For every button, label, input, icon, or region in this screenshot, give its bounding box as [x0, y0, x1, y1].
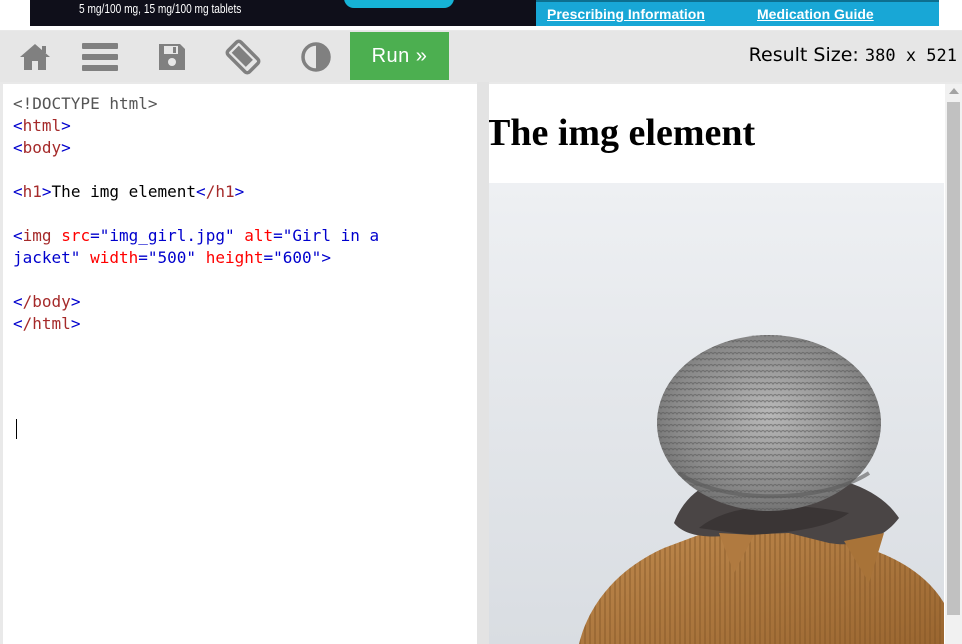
menu-icon	[82, 43, 118, 71]
panel-resize-handle[interactable]	[477, 82, 489, 644]
code-tag: html	[22, 116, 62, 135]
menu-button[interactable]	[65, 32, 135, 82]
ad-divider	[536, 0, 939, 2]
result-size: Result Size: 380 x 521	[749, 44, 957, 66]
code-tag: /body	[22, 292, 71, 311]
contrast-icon	[301, 42, 331, 72]
home-button[interactable]	[0, 32, 70, 82]
text-cursor	[16, 419, 17, 439]
code-tag: body	[22, 138, 62, 157]
ad-dosage-text: 5 mg/100 mg, 15 mg/100 mg tablets	[79, 1, 242, 16]
result-heading: The img element	[489, 112, 756, 154]
save-button[interactable]	[137, 32, 207, 82]
home-icon	[20, 44, 50, 70]
ad-right-panel: Prescribing Information Medication Guide	[536, 0, 939, 26]
scrollbar-thumb[interactable]	[947, 102, 960, 615]
code-img-width: "500"	[147, 248, 197, 267]
ad-cta-button[interactable]	[344, 0, 454, 8]
girl-in-jacket-image	[489, 183, 944, 644]
toolbar: Run » Result Size: 380 x 521	[0, 31, 962, 82]
code-content[interactable]: <!DOCTYPE html> <html> <body> <h1>The im…	[13, 93, 379, 335]
scroll-up-icon[interactable]	[949, 88, 959, 94]
ad-left-panel[interactable]: 5 mg/100 mg, 15 mg/100 mg tablets	[30, 0, 536, 26]
code-img-height: "600"	[273, 248, 322, 267]
code-img-src: "img_girl.jpg"	[99, 226, 235, 245]
run-button[interactable]: Run »	[350, 32, 449, 80]
result-size-value: 380 x 521	[864, 46, 957, 66]
theme-toggle-button[interactable]	[281, 32, 351, 82]
code-h1-text: The img element	[51, 182, 197, 201]
rotate-button[interactable]	[208, 32, 278, 82]
rotate-icon	[225, 39, 261, 75]
result-scrollbar[interactable]	[945, 84, 962, 644]
medication-guide-link[interactable]: Medication Guide	[757, 6, 874, 22]
code-doctype: <!DOCTYPE html>	[13, 94, 158, 113]
code-editor[interactable]: <!DOCTYPE html> <html> <body> <h1>The im…	[3, 84, 477, 644]
result-frame: The img element	[489, 84, 962, 644]
code-tag: /html	[22, 314, 71, 333]
prescribing-information-link[interactable]: Prescribing Information	[547, 6, 705, 22]
ad-banner: 5 mg/100 mg, 15 mg/100 mg tablets Prescr…	[0, 0, 962, 30]
result-size-label: Result Size:	[748, 44, 859, 66]
save-icon	[159, 44, 185, 70]
